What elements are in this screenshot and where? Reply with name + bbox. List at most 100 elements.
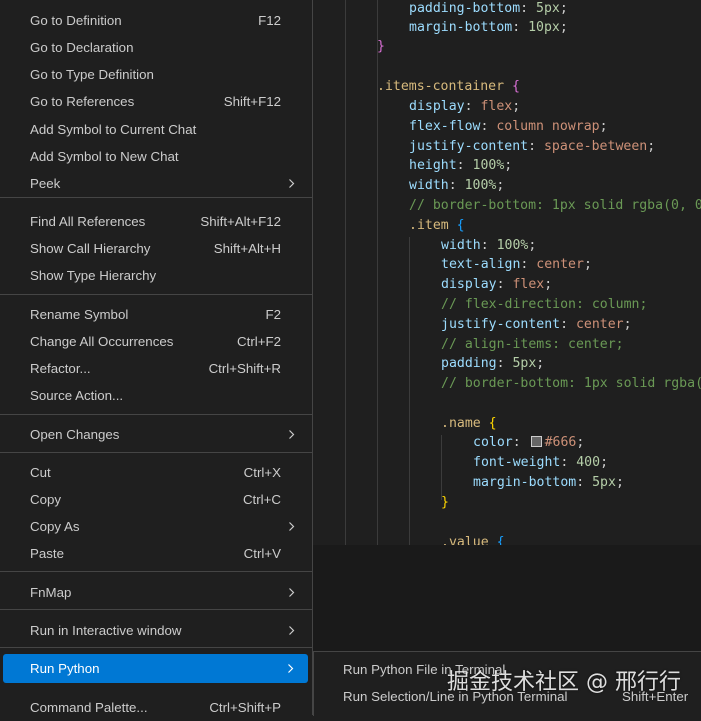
menu-item-label: Paste xyxy=(30,546,65,561)
code-line: width: 100%; xyxy=(441,238,537,253)
code-line: flex-flow: column nowrap; xyxy=(409,119,608,134)
menu-separator xyxy=(0,414,312,415)
menu-item-label: Go to References xyxy=(30,94,135,109)
menu-item-label: Go to Definition xyxy=(30,13,122,28)
menu-item-peek[interactable]: Peek xyxy=(0,170,312,197)
menu-item-shortcut: F2 xyxy=(265,307,281,322)
code-line: // border-bottom: 1px solid rgba( xyxy=(441,376,701,391)
menu-item-shortcut: F12 xyxy=(258,13,281,28)
watermark: 掘金技术社区 @ 邢行行 xyxy=(447,670,681,695)
menu-item-label: Copy As xyxy=(30,519,80,534)
menu-item-fnmap[interactable]: FnMap xyxy=(0,579,312,606)
chevron-right-icon xyxy=(289,588,295,597)
menu-item-shortcut: Ctrl+X xyxy=(243,465,281,480)
menu-item-rename-symbol[interactable]: Rename Symbol F2 xyxy=(0,301,312,328)
editor-context-menu: Go to Definition F12 Go to Declaration Go t… xyxy=(0,0,313,715)
menu-item-shortcut: Ctrl+F2 xyxy=(237,334,281,349)
code-line: width: 100%; xyxy=(409,178,505,193)
indent-guide xyxy=(409,237,410,545)
menu-item-label: Copy xyxy=(30,492,62,507)
menu-item-change-all-occurrences[interactable]: Change All Occurrences Ctrl+F2 xyxy=(0,328,312,355)
code-line: // align-items: center; xyxy=(441,337,624,352)
code-line: } xyxy=(441,495,449,510)
menu-item-label: Open Changes xyxy=(30,427,120,442)
menu-separator xyxy=(0,647,312,648)
menu-item-shortcut: Ctrl+C xyxy=(242,492,281,507)
code-line: } xyxy=(377,39,385,54)
menu-item-show-call-hierarchy[interactable]: Show Call Hierarchy Shift+Alt+H xyxy=(0,235,312,262)
menu-item-add-symbol-to-current-chat[interactable]: Add Symbol to Current Chat xyxy=(0,116,312,143)
indent-guide xyxy=(345,0,346,545)
menu-item-shortcut: Ctrl+Shift+P xyxy=(209,700,281,715)
menu-item-show-type-hierarchy[interactable]: Show Type Hierarchy xyxy=(0,262,312,289)
menu-item-label: FnMap xyxy=(30,585,72,600)
code-line: padding: 5px; xyxy=(441,356,545,371)
menu-item-go-to-definition[interactable]: Go to Definition F12 xyxy=(0,7,312,34)
menu-item-copy-as[interactable]: Copy As xyxy=(0,513,312,540)
menu-item-label: Go to Declaration xyxy=(30,40,134,55)
chevron-right-icon xyxy=(289,430,295,439)
chevron-right-icon xyxy=(289,522,295,531)
menu-item-label: Rename Symbol xyxy=(30,307,129,322)
menu-item-label: Find All References xyxy=(30,214,146,229)
menu-item-add-symbol-to-new-chat[interactable]: Add Symbol to New Chat xyxy=(0,143,312,170)
menu-item-find-all-references[interactable]: Find All References Shift+Alt+F12 xyxy=(0,208,312,235)
code-line: color: #666; xyxy=(473,435,585,450)
code-line: justify-content: center; xyxy=(441,317,632,332)
color-swatch xyxy=(530,436,542,447)
chevron-right-icon xyxy=(289,626,295,635)
menu-item-label: Peek xyxy=(30,176,61,191)
menu-item-label: Run in Interactive window xyxy=(30,623,182,638)
menu-item-open-changes[interactable]: Open Changes xyxy=(0,421,312,448)
menu-item-go-to-type-definition[interactable]: Go to Type Definition xyxy=(0,61,312,88)
code-line: // flex-direction: column; xyxy=(441,297,648,312)
menu-item-label: Add Symbol to New Chat xyxy=(30,149,179,164)
menu-item-shortcut: Shift+Alt+H xyxy=(213,241,281,256)
menu-separator xyxy=(0,609,312,610)
chevron-right-icon xyxy=(289,179,295,188)
code-line: .name { xyxy=(441,416,497,431)
code-line: display: flex; xyxy=(441,277,553,292)
menu-item-shortcut: Shift+F12 xyxy=(223,94,281,109)
menu-item-go-to-declaration[interactable]: Go to Declaration xyxy=(0,34,312,61)
menu-item-label: Command Palette... xyxy=(30,700,148,715)
code-line: height: 100%; xyxy=(409,158,513,173)
menu-item-label: Refactor... xyxy=(30,361,91,376)
menu-item-cut[interactable]: Cut Ctrl+X xyxy=(0,459,312,486)
menu-item-label: Run Python xyxy=(30,661,100,676)
menu-item-copy[interactable]: Copy Ctrl+C xyxy=(0,486,312,513)
menu-separator xyxy=(0,571,312,572)
code-line: text-align: center; xyxy=(441,257,592,272)
code-line: .item { xyxy=(409,218,465,233)
menu-item-shortcut: Ctrl+V xyxy=(243,546,281,561)
menu-item-run-python[interactable]: Run Python xyxy=(3,654,308,683)
menu-separator xyxy=(0,294,312,295)
menu-item-paste[interactable]: Paste Ctrl+V xyxy=(0,540,312,567)
code-line: display: flex; xyxy=(409,99,521,114)
menu-item-go-to-references[interactable]: Go to References Shift+F12 xyxy=(0,88,312,115)
menu-item-label: Show Type Hierarchy xyxy=(30,268,157,283)
code-line: padding-bottom: 5px; xyxy=(409,1,568,16)
code-line: margin-bottom: 5px; xyxy=(473,475,624,490)
code-line: margin-bottom: 10px; xyxy=(409,20,568,35)
menu-item-label: Cut xyxy=(30,465,51,480)
chevron-right-icon xyxy=(288,664,294,673)
code-editor[interactable]: padding-bottom: 5px; margin-bottom: 10px;… xyxy=(313,0,701,545)
menu-item-run-in-interactive-window[interactable]: Run in Interactive window xyxy=(0,617,312,644)
menu-item-refactor[interactable]: Refactor... Ctrl+Shift+R xyxy=(0,355,312,382)
menu-item-command-palette[interactable]: Command Palette... Ctrl+Shift+P xyxy=(0,694,312,721)
menu-item-source-action[interactable]: Source Action... xyxy=(0,382,312,409)
menu-item-label: Add Symbol to Current Chat xyxy=(30,122,197,137)
menu-item-shortcut: Ctrl+Shift+R xyxy=(208,361,281,376)
menu-separator xyxy=(0,197,312,198)
menu-item-label: Change All Occurrences xyxy=(30,334,174,349)
menu-separator xyxy=(0,452,312,453)
code-line: justify-content: space-between; xyxy=(409,139,656,154)
code-line: font-weight: 400; xyxy=(473,455,609,470)
code-line: // border-bottom: 1px solid rgba(0, 0 xyxy=(409,198,701,213)
code-line: .items-container { xyxy=(377,79,520,94)
code-line: .value { xyxy=(441,535,505,545)
menu-item-shortcut: Shift+Alt+F12 xyxy=(200,214,281,229)
menu-item-label: Source Action... xyxy=(30,388,124,403)
indent-guide xyxy=(441,435,442,500)
